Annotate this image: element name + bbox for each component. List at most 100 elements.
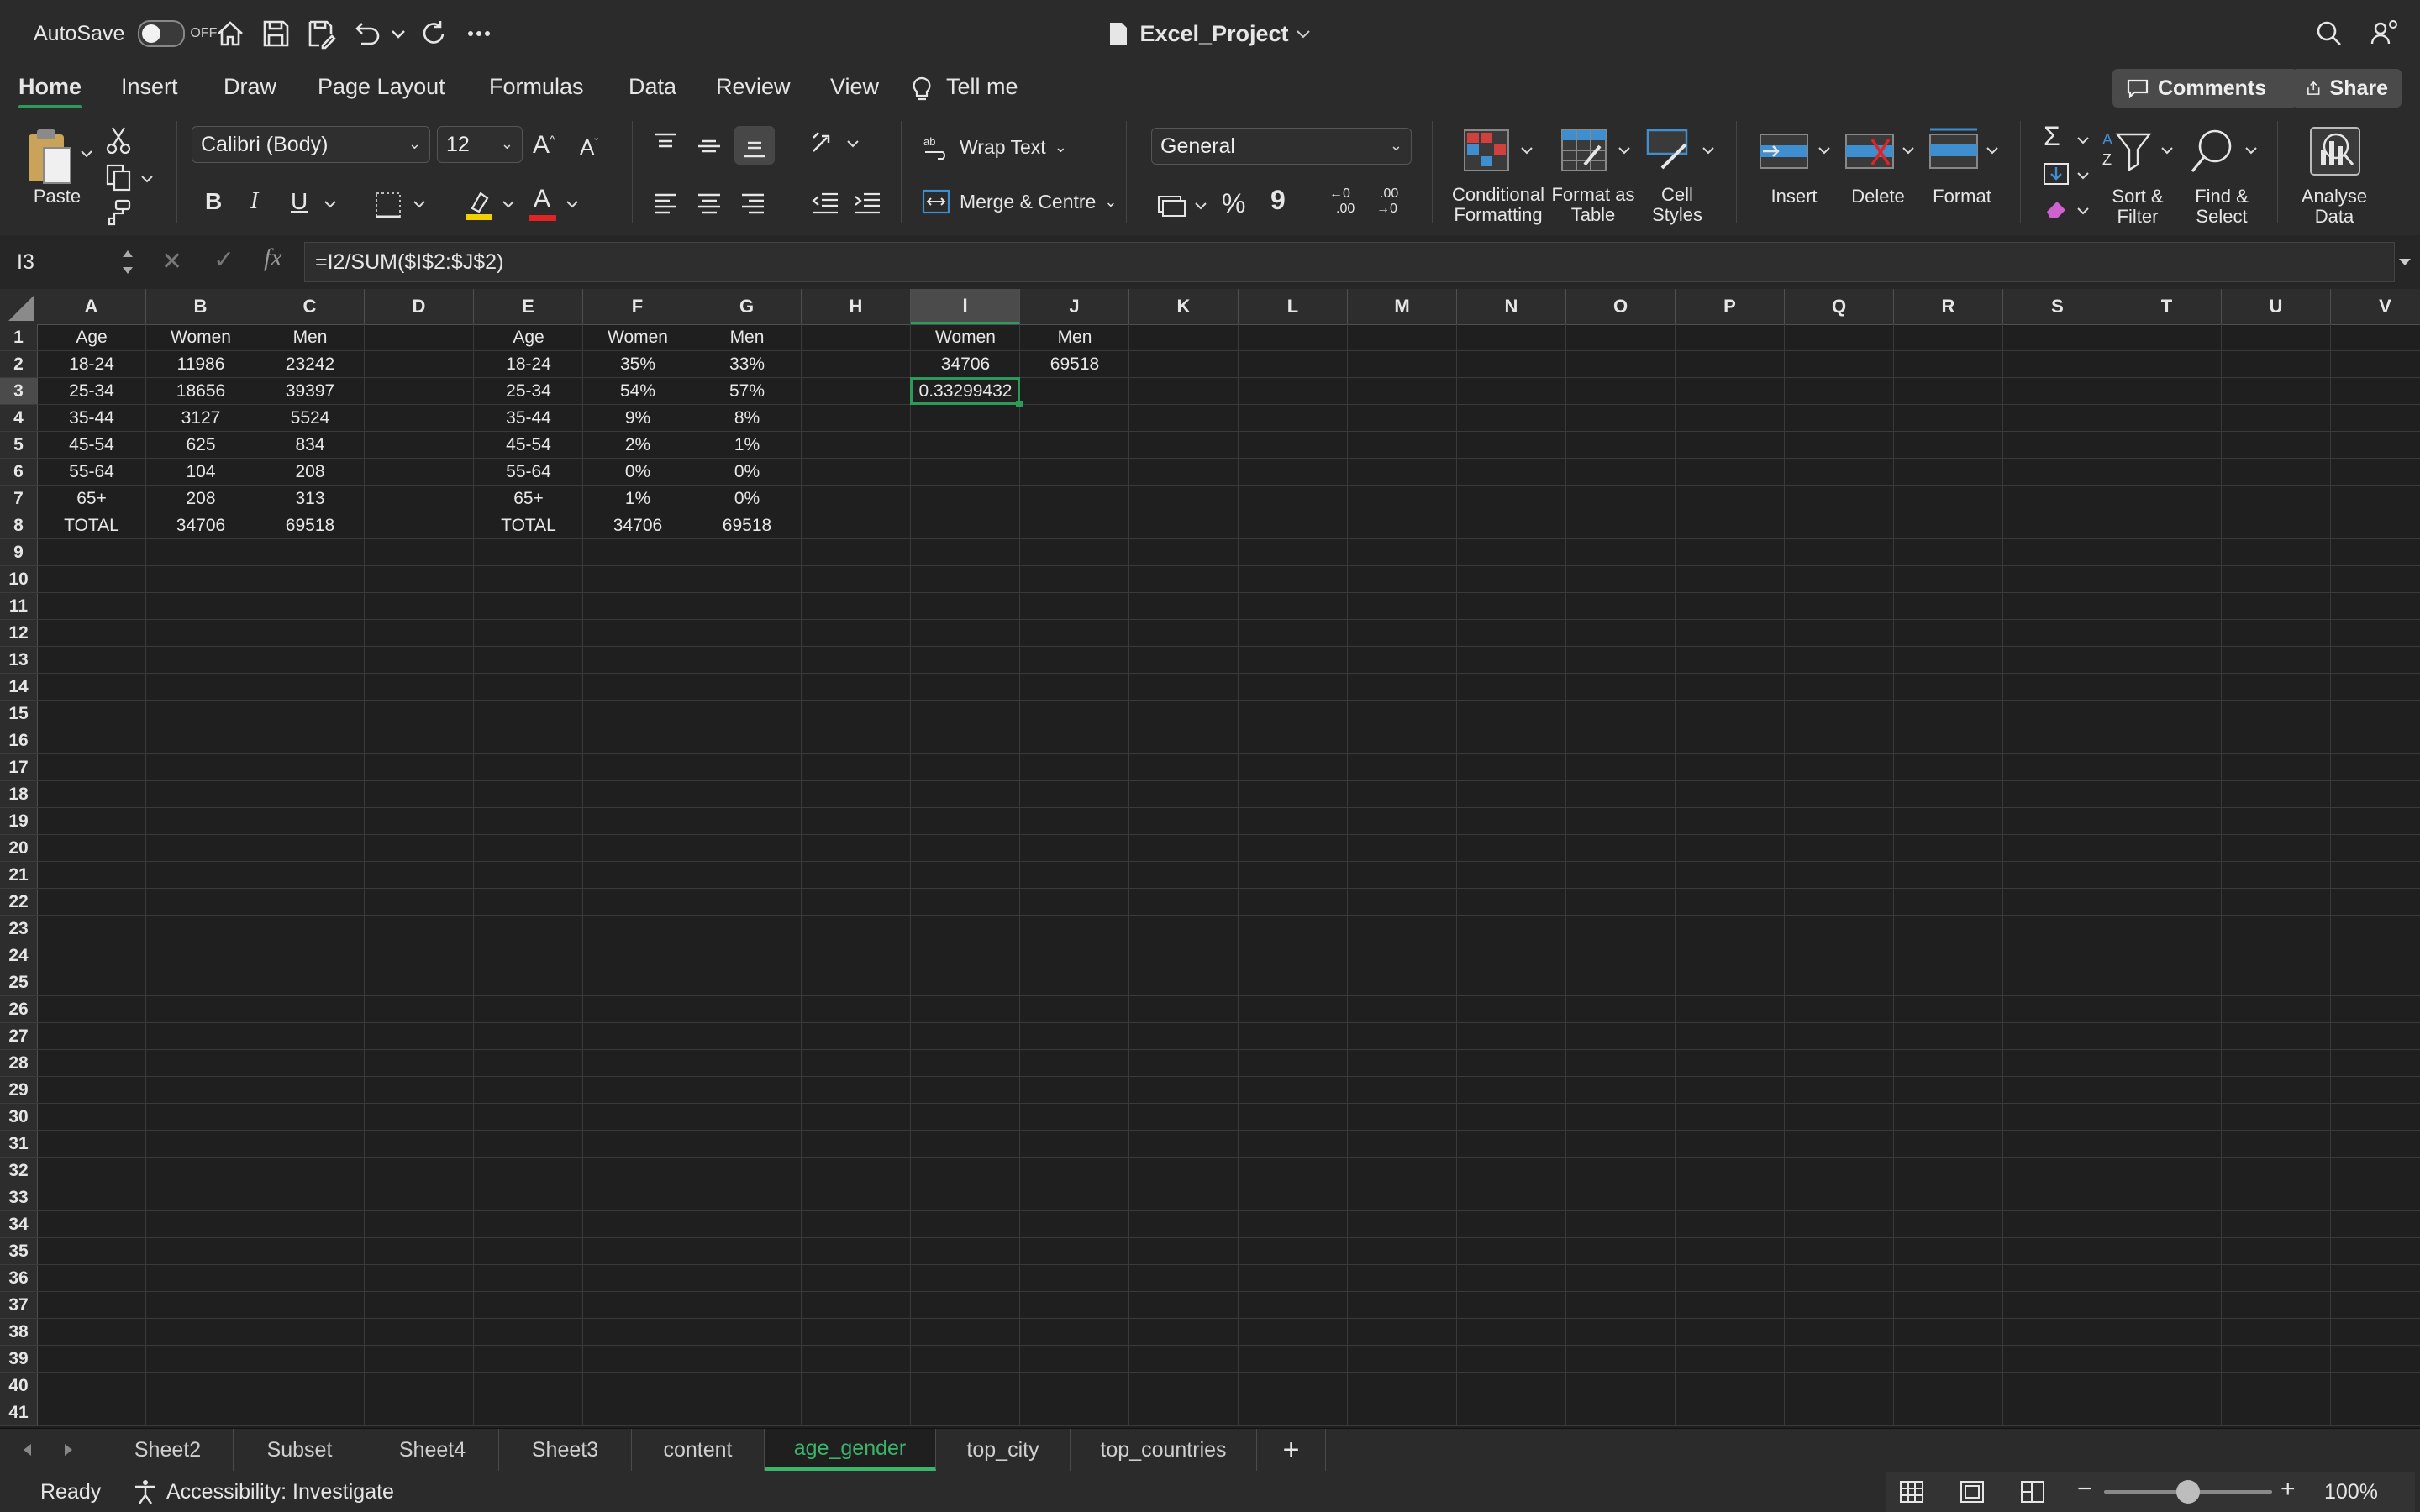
cell-f4[interactable]: 9% (583, 405, 692, 432)
expand-formula-bar-icon[interactable] (2396, 254, 2413, 270)
cell-c8[interactable]: 69518 (255, 512, 365, 539)
percent-style-button[interactable]: % (1222, 188, 1245, 219)
column-header-q[interactable]: Q (1785, 289, 1894, 324)
row-header-10[interactable]: 10 (0, 566, 37, 593)
row-header-34[interactable]: 34 (0, 1211, 37, 1238)
cell-i1[interactable]: Women (911, 324, 1020, 351)
sort-filter-dropdown-icon[interactable] (2160, 143, 2175, 158)
row-header-5[interactable]: 5 (0, 432, 37, 459)
row-header-1[interactable]: 1 (0, 324, 37, 351)
cell-g2[interactable]: 33% (692, 351, 802, 378)
row-header-35[interactable]: 35 (0, 1238, 37, 1265)
cell-b6[interactable]: 104 (146, 459, 255, 486)
save-as-icon[interactable] (304, 17, 338, 50)
font-color-icon[interactable]: A (528, 185, 558, 222)
cell-g6[interactable]: 0% (692, 459, 802, 486)
merge-centre-button[interactable]: Merge & Centre ⌄ (921, 186, 1117, 217)
cell-a7[interactable]: 65+ (37, 486, 146, 512)
confirm-edit-icon[interactable]: ✓ (213, 245, 234, 275)
wrap-text-button[interactable]: ab Wrap Text ⌄ (923, 133, 1067, 161)
row-header-21[interactable]: 21 (0, 862, 37, 889)
row-header-23[interactable]: 23 (0, 916, 37, 942)
cell-e4[interactable]: 35-44 (474, 405, 583, 432)
column-header-u[interactable]: U (2222, 289, 2331, 324)
cell-e5[interactable]: 45-54 (474, 432, 583, 459)
row-header-29[interactable]: 29 (0, 1077, 37, 1104)
cell-g5[interactable]: 1% (692, 432, 802, 459)
tab-home[interactable]: Home (18, 74, 82, 108)
align-left-icon[interactable] (652, 190, 679, 217)
number-format-dropdown[interactable]: General ⌄ (1151, 128, 1412, 165)
row-header-28[interactable]: 28 (0, 1050, 37, 1077)
row-header-27[interactable]: 27 (0, 1023, 37, 1050)
row-header-31[interactable]: 31 (0, 1131, 37, 1158)
cell-c5[interactable]: 834 (255, 432, 365, 459)
column-header-p[interactable]: P (1676, 289, 1785, 324)
row-header-32[interactable]: 32 (0, 1158, 37, 1184)
sheet-tab-sheet2[interactable]: Sheet2 (103, 1429, 234, 1471)
cell-b4[interactable]: 3127 (146, 405, 255, 432)
delete-cells-icon[interactable] (1844, 131, 1896, 173)
row-header-19[interactable]: 19 (0, 808, 37, 835)
cell-f3[interactable]: 54% (583, 378, 692, 405)
tab-data[interactable]: Data (629, 74, 676, 100)
row-header-11[interactable]: 11 (0, 593, 37, 620)
increase-decimal-button[interactable]: ←0 .00 (1328, 186, 1365, 220)
add-sheet-button[interactable]: + (1257, 1429, 1326, 1471)
row-header-6[interactable]: 6 (0, 459, 37, 486)
format-as-table-dropdown-icon[interactable] (1617, 143, 1632, 158)
cell-g3[interactable]: 57% (692, 378, 802, 405)
column-header-n[interactable]: N (1457, 289, 1566, 324)
cell-b3[interactable]: 18656 (146, 378, 255, 405)
italic-button[interactable]: I (250, 188, 258, 215)
cell-styles-icon[interactable] (1645, 128, 1694, 173)
copy-dropdown-icon[interactable] (139, 171, 155, 186)
align-bottom-button[interactable] (734, 126, 775, 165)
row-header-40[interactable]: 40 (0, 1373, 37, 1399)
cell-c3[interactable]: 39397 (255, 378, 365, 405)
sheet-tab-top-countries[interactable]: top_countries (1071, 1429, 1257, 1471)
row-header-2[interactable]: 2 (0, 351, 37, 378)
row-header-15[interactable]: 15 (0, 701, 37, 727)
cell-f2[interactable]: 35% (583, 351, 692, 378)
cell-e8[interactable]: TOTAL (474, 512, 583, 539)
save-icon[interactable] (259, 17, 292, 50)
row-header-26[interactable]: 26 (0, 996, 37, 1023)
cell-b8[interactable]: 34706 (146, 512, 255, 539)
zoom-in-icon[interactable]: + (2281, 1475, 2296, 1504)
page-layout-view-icon[interactable] (1960, 1480, 1985, 1504)
cut-icon[interactable] (106, 126, 131, 155)
column-header-e[interactable]: E (474, 289, 583, 324)
cell-a1[interactable]: Age (37, 324, 146, 351)
home-icon[interactable] (213, 17, 247, 50)
insert-cells-dropdown-icon[interactable] (1817, 143, 1832, 158)
fill-icon[interactable] (2042, 161, 2070, 186)
column-header-m[interactable]: M (1348, 289, 1457, 324)
row-header-4[interactable]: 4 (0, 405, 37, 432)
column-header-f[interactable]: F (583, 289, 692, 324)
row-header-17[interactable]: 17 (0, 754, 37, 781)
sheet-tab-sheet3[interactable]: Sheet3 (499, 1429, 632, 1471)
zoom-level[interactable]: 100% (2324, 1472, 2378, 1512)
sheet-tab-subset[interactable]: Subset (234, 1429, 366, 1471)
tab-formulas[interactable]: Formulas (489, 74, 584, 100)
select-all-icon[interactable] (0, 289, 37, 324)
column-header-r[interactable]: R (1894, 289, 2003, 324)
cell-c4[interactable]: 5524 (255, 405, 365, 432)
cell-f6[interactable]: 0% (583, 459, 692, 486)
cell-e1[interactable]: Age (474, 324, 583, 351)
column-header-l[interactable]: L (1239, 289, 1348, 324)
redo-icon[interactable] (417, 17, 450, 50)
cell-b7[interactable]: 208 (146, 486, 255, 512)
cell-c7[interactable]: 313 (255, 486, 365, 512)
cell-f7[interactable]: 1% (583, 486, 692, 512)
row-header-38[interactable]: 38 (0, 1319, 37, 1346)
font-size-dropdown[interactable]: 12 ⌄ (437, 126, 523, 163)
copy-icon[interactable] (104, 163, 133, 192)
align-right-icon[interactable] (739, 190, 766, 217)
column-header-h[interactable]: H (802, 289, 911, 324)
search-icon[interactable] (2312, 17, 2346, 50)
borders-icon[interactable] (373, 190, 403, 220)
worksheet-grid[interactable]: ABCDEFGHIJKLMNOPQRSTUV 1 2 3 4 5 6 7 8 9 10 11 12 13… (0, 289, 2420, 1428)
cell-a4[interactable]: 35-44 (37, 405, 146, 432)
